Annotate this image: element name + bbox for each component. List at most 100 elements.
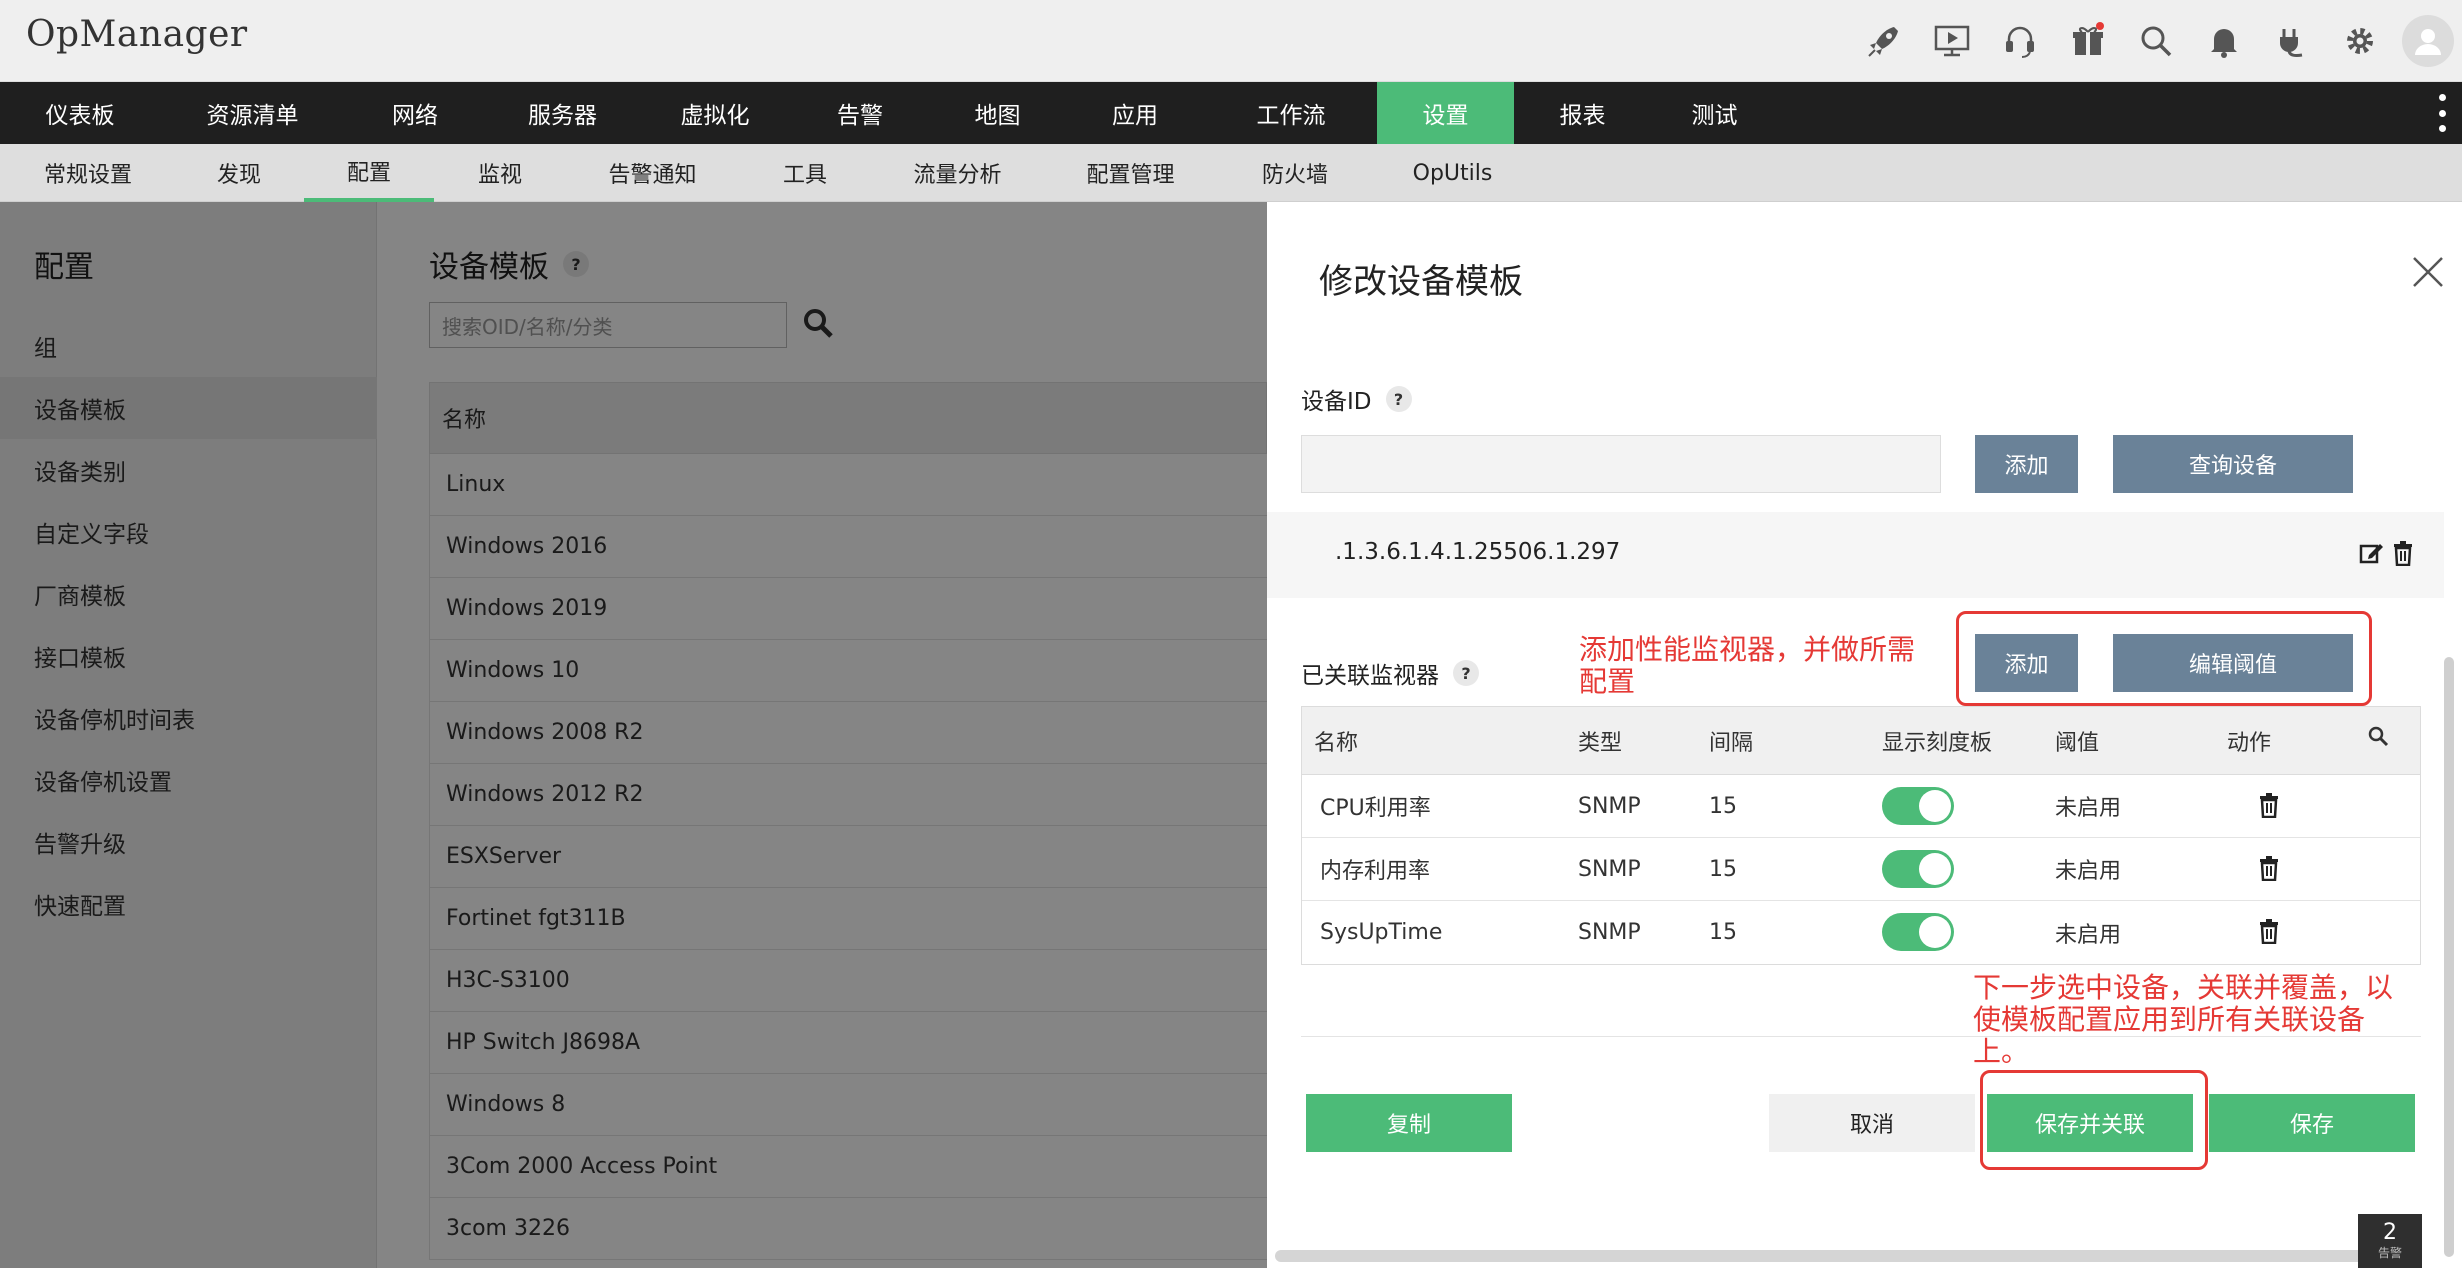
- subnav-flow-analysis[interactable]: 流量分析: [890, 144, 1025, 202]
- alarm-label: 告警: [2377, 1245, 2402, 1260]
- add-monitor-button[interactable]: 添加: [1975, 634, 2078, 692]
- user-avatar[interactable]: [2394, 0, 2462, 82]
- edit-icon[interactable]: [2358, 540, 2384, 566]
- monitors-table: 名称 类型 间隔 显示刻度板 阈值 动作 CPU利用率 SNMP 15 未启用 …: [1301, 706, 2421, 965]
- nav-apps[interactable]: 应用: [1065, 82, 1205, 144]
- device-id-label: 设备ID ?: [1301, 382, 1412, 416]
- save-button[interactable]: 保存: [2209, 1094, 2415, 1152]
- monitor-name[interactable]: SysUpTime: [1320, 920, 1442, 945]
- nav-test[interactable]: 测试: [1651, 82, 1778, 144]
- subnav-oputils[interactable]: OpUtils: [1390, 144, 1515, 202]
- gift-icon[interactable]: [2054, 0, 2122, 82]
- trash-icon[interactable]: [2392, 540, 2414, 566]
- nav-dashboard[interactable]: 仪表板: [0, 82, 160, 144]
- nav-alarms[interactable]: 告警: [790, 82, 930, 144]
- monitor-name[interactable]: 内存利用率: [1320, 853, 1430, 885]
- monitor-name[interactable]: CPU利用率: [1320, 790, 1431, 822]
- dial-toggle[interactable]: [1882, 787, 1954, 825]
- user-icon: [2402, 15, 2454, 67]
- col-interval[interactable]: 间隔: [1709, 725, 1753, 757]
- trash-icon[interactable]: [2258, 792, 2280, 824]
- col-name[interactable]: 名称: [1314, 725, 1358, 757]
- nav-maps[interactable]: 地图: [930, 82, 1065, 144]
- trash-icon[interactable]: [2258, 855, 2280, 887]
- device-id-label-text: 设备ID: [1301, 389, 1372, 415]
- subnav-monitoring[interactable]: 监视: [445, 144, 555, 202]
- close-icon[interactable]: [2410, 254, 2446, 290]
- monitor-threshold: 未启用: [2055, 859, 2122, 884]
- more-menu-icon[interactable]: [2432, 94, 2452, 132]
- nav-settings[interactable]: 设置: [1377, 82, 1514, 144]
- video-icon[interactable]: [1918, 0, 1986, 82]
- nav-servers[interactable]: 服务器: [485, 82, 640, 144]
- nav-network[interactable]: 网络: [345, 82, 485, 144]
- bell-icon[interactable]: [2190, 0, 2258, 82]
- rocket-icon[interactable]: [1850, 0, 1918, 82]
- vertical-scrollbar[interactable]: [2444, 657, 2454, 1257]
- top-header: OpManager: [0, 0, 2462, 82]
- gear-icon[interactable]: [2326, 0, 2394, 82]
- alarm-count-badge[interactable]: 2 告警: [2358, 1214, 2422, 1268]
- help-icon[interactable]: ?: [1385, 386, 1412, 412]
- monitor-interval: 15: [1709, 920, 1737, 945]
- dial-toggle[interactable]: [1882, 913, 1954, 951]
- col-threshold[interactable]: 阈值: [2055, 725, 2099, 757]
- subnav-configuration[interactable]: 配置: [304, 144, 434, 202]
- subnav-tools[interactable]: 工具: [750, 144, 860, 202]
- edit-threshold-button[interactable]: 编辑阈值: [2113, 634, 2353, 692]
- trash-icon[interactable]: [2258, 918, 2280, 950]
- search-icon[interactable]: [2367, 725, 2389, 753]
- save-and-associate-button[interactable]: 保存并关联: [1987, 1094, 2193, 1152]
- nav-virtualization[interactable]: 虚拟化: [640, 82, 790, 144]
- monitors-label-text: 已关联监视器: [1301, 663, 1439, 689]
- query-device-button[interactable]: 查询设备: [2113, 435, 2353, 493]
- device-id-input[interactable]: [1301, 435, 1941, 493]
- table-row: 内存利用率 SNMP 15 未启用: [1302, 838, 2420, 901]
- oid-actions: [2358, 540, 2414, 566]
- col-action: 动作: [2227, 730, 2272, 756]
- search-icon[interactable]: [2122, 0, 2190, 82]
- main-nav: 仪表板 资源清单 网络 服务器 虚拟化 告警 地图 应用 工作流 设置 报表 测…: [0, 82, 2462, 144]
- plug-icon[interactable]: [2258, 0, 2326, 82]
- monitor-threshold: 未启用: [2055, 796, 2122, 821]
- monitors-table-header: 名称 类型 间隔 显示刻度板 阈值 动作: [1302, 707, 2420, 775]
- subnav-discovery[interactable]: 发现: [184, 144, 294, 202]
- monitor-threshold: 未启用: [2055, 922, 2122, 948]
- subnav-general-settings[interactable]: 常规设置: [20, 144, 156, 202]
- headset-icon[interactable]: [1986, 0, 2054, 82]
- nav-workflow[interactable]: 工作流: [1205, 82, 1377, 144]
- horizontal-scrollbar[interactable]: [1275, 1250, 2395, 1262]
- annotation-save-associate: 下一步选中设备，关联并覆盖，以使模板配置应用到所有关联设备上。: [1973, 971, 2394, 1068]
- edit-template-panel: 修改设备模板 设备ID ? 添加 查询设备 .1.3.6.1.4.1.25506…: [1267, 202, 2462, 1268]
- cancel-button[interactable]: 取消: [1769, 1094, 1975, 1152]
- copy-button[interactable]: 复制: [1306, 1094, 1512, 1152]
- subnav-notifications[interactable]: 告警通知: [585, 144, 720, 202]
- panel-title: 修改设备模板: [1319, 262, 1523, 302]
- nav-reports[interactable]: 报表: [1514, 82, 1651, 144]
- app-logo[interactable]: OpManager: [26, 14, 248, 55]
- dial-toggle[interactable]: [1882, 850, 1954, 888]
- monitor-interval: 15: [1709, 856, 1737, 882]
- col-type[interactable]: 类型: [1578, 725, 1622, 757]
- monitor-interval: 15: [1709, 793, 1737, 819]
- add-oid-button[interactable]: 添加: [1975, 435, 2078, 493]
- monitors-label: 已关联监视器 ?: [1301, 656, 1479, 690]
- monitor-type: SNMP: [1578, 920, 1641, 945]
- table-row: CPU利用率 SNMP 15 未启用: [1302, 775, 2420, 838]
- divider: [1301, 1036, 2421, 1037]
- notification-dot: [2096, 22, 2104, 30]
- oid-value: .1.3.6.1.4.1.25506.1.297: [1335, 539, 1621, 565]
- sub-nav: 常规设置 发现 配置 监视 告警通知 工具 流量分析 配置管理 防火墙 OpUt…: [0, 144, 2462, 202]
- alarm-count: 2: [2383, 1219, 2397, 1245]
- subnav-config-management[interactable]: 配置管理: [1063, 144, 1198, 202]
- header-toolbar: [1850, 0, 2462, 82]
- monitor-type: SNMP: [1578, 856, 1641, 882]
- col-dial[interactable]: 显示刻度板: [1882, 725, 1992, 757]
- monitor-type: SNMP: [1578, 793, 1641, 819]
- nav-inventory[interactable]: 资源清单: [160, 82, 345, 144]
- subnav-firewall[interactable]: 防火墙: [1240, 144, 1350, 202]
- modal-backdrop[interactable]: [0, 202, 1267, 1268]
- table-row: SysUpTime SNMP 15 未启用: [1302, 901, 2420, 964]
- help-icon[interactable]: ?: [1453, 660, 1479, 686]
- annotation-add-monitor: 添加性能监视器，并做所需配置: [1579, 633, 1916, 698]
